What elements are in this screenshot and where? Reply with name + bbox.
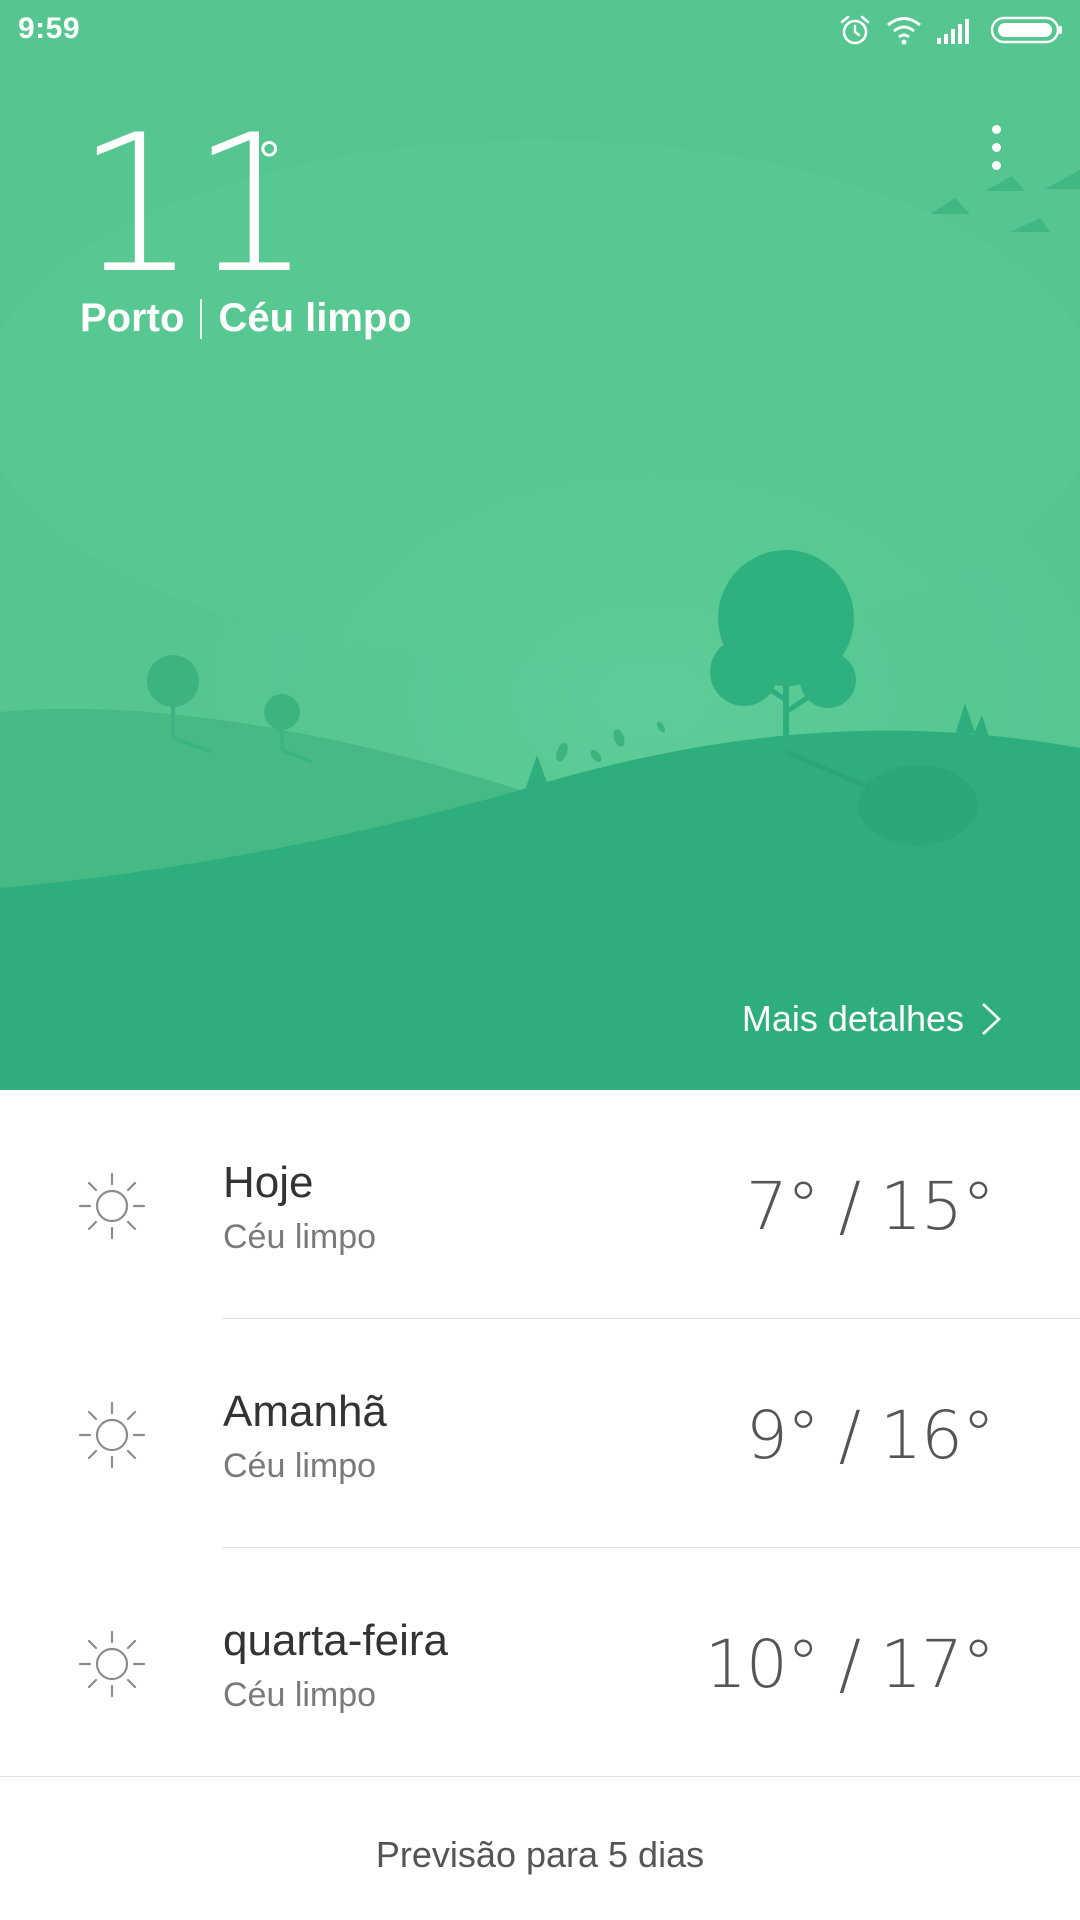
current-condition: Céu limpo xyxy=(218,296,412,340)
divider xyxy=(0,1776,1080,1777)
wifi-icon xyxy=(887,17,921,45)
current-weather-hero: 9:59 11 ° Porto Céu limpo Mais detalhes xyxy=(0,0,1080,1090)
status-time: 9:59 xyxy=(18,12,81,45)
battery-icon xyxy=(990,16,1062,44)
status-icons xyxy=(838,10,1064,50)
more-options-button[interactable] xyxy=(972,112,1020,182)
forecast-row-today[interactable]: Hoje Céu limpo 7° / 15° xyxy=(0,1090,1080,1319)
sun-icon xyxy=(78,1630,146,1698)
degree-symbol: ° xyxy=(258,129,281,192)
location-condition: Porto Céu limpo xyxy=(80,296,412,341)
forecast-list: Hoje Céu limpo 7° / 15° Amanhã Céu limpo… xyxy=(0,1090,1080,1777)
forecast-day: quarta-feira xyxy=(223,1616,449,1665)
five-day-forecast-button[interactable]: Previsão para 5 dias xyxy=(0,1800,1080,1910)
more-vert-icon xyxy=(991,124,1001,134)
forecast-temperatures: 9° / 16° xyxy=(745,1397,995,1474)
status-bar: 9:59 xyxy=(0,0,1080,60)
forecast-day: Hoje xyxy=(223,1158,314,1207)
forecast-temperatures: 10° / 17° xyxy=(704,1626,995,1703)
forecast-day: Amanhã xyxy=(223,1387,387,1436)
sun-icon xyxy=(78,1401,146,1469)
forecast-condition: Céu limpo xyxy=(223,1218,377,1256)
separator xyxy=(200,298,203,339)
more-vert-icon-dot xyxy=(991,142,1001,152)
forecast-condition: Céu limpo xyxy=(223,1447,377,1485)
chevron-right-icon xyxy=(982,1003,1001,1035)
more-vert-icon-dot xyxy=(991,160,1001,170)
weather-screen: 9:59 11 ° Porto Céu limpo Mais detalhes … xyxy=(0,0,1080,1920)
forecast-row-tomorrow[interactable]: Amanhã Céu limpo 9° / 16° xyxy=(0,1319,1080,1548)
alarm-icon xyxy=(840,15,870,45)
forecast-condition: Céu limpo xyxy=(223,1676,377,1714)
sun-icon xyxy=(78,1172,146,1240)
city-name: Porto xyxy=(80,296,185,340)
more-details-link[interactable]: Mais detalhes xyxy=(742,998,1002,1040)
forecast-row-wednesday[interactable]: quarta-feira Céu limpo 10° / 17° xyxy=(0,1548,1080,1777)
forecast-temperatures: 7° / 15° xyxy=(745,1168,995,1245)
more-details-label: Mais detalhes xyxy=(741,998,964,1039)
signal-icon xyxy=(937,19,969,44)
five-day-forecast-label: Previsão para 5 dias xyxy=(375,1834,705,1875)
